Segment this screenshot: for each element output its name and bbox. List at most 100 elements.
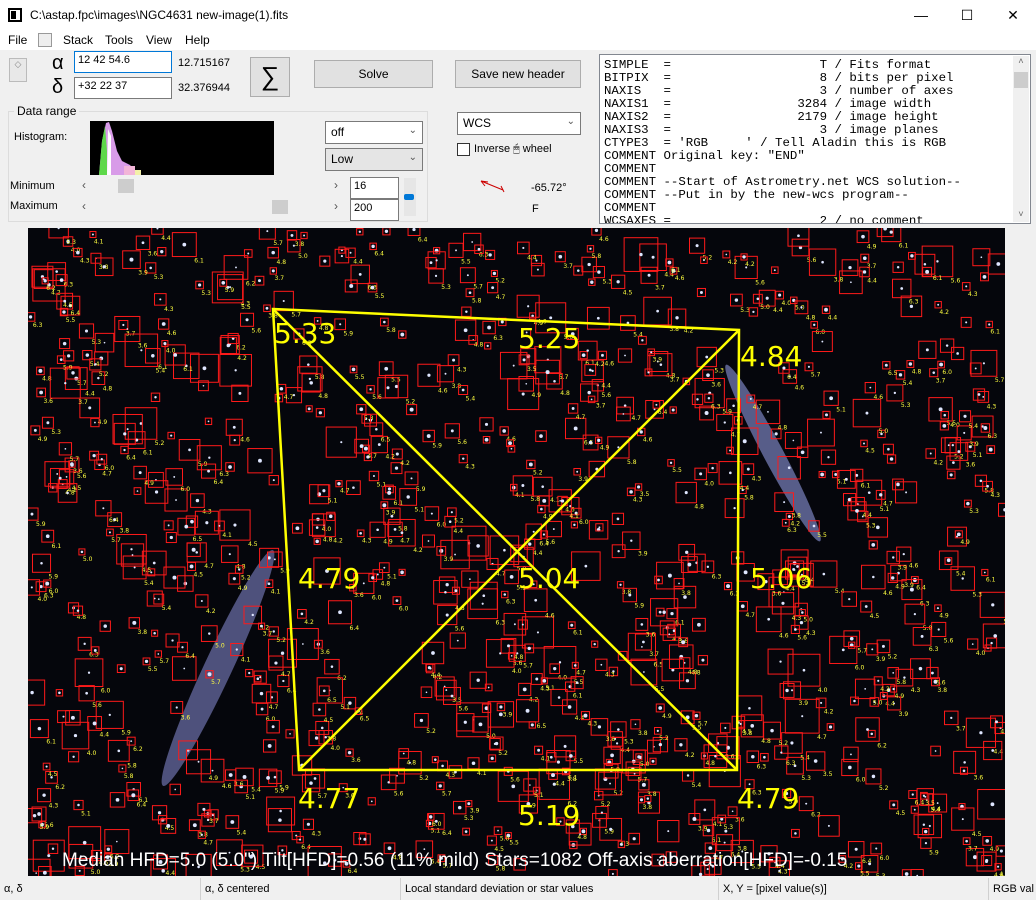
star bbox=[247, 252, 250, 255]
star-hfd-label: 5.3 bbox=[740, 307, 750, 314]
stretch-select[interactable]: off ⌄ bbox=[325, 121, 423, 144]
star bbox=[211, 769, 214, 772]
star bbox=[490, 756, 494, 760]
solve-button[interactable]: Solve bbox=[314, 60, 433, 88]
maximum-label: Maximum bbox=[10, 200, 58, 212]
star bbox=[218, 525, 221, 527]
star bbox=[790, 741, 794, 745]
star bbox=[922, 823, 926, 826]
star bbox=[864, 605, 868, 608]
star bbox=[138, 471, 142, 475]
star bbox=[30, 690, 34, 695]
star bbox=[102, 507, 105, 510]
star-hfd-label: 6.0 bbox=[49, 588, 59, 595]
star bbox=[271, 269, 275, 273]
star bbox=[315, 526, 319, 529]
star bbox=[549, 316, 553, 320]
star bbox=[893, 391, 897, 395]
header-scrollbar[interactable]: ˄ ˅ bbox=[1013, 56, 1029, 222]
ra-input[interactable]: 12 42 54.6 bbox=[74, 51, 172, 73]
star bbox=[797, 234, 800, 238]
star bbox=[787, 515, 791, 518]
star-hfd-label: 4.4 bbox=[867, 278, 877, 285]
star-hfd-label: 3.6 bbox=[974, 774, 984, 781]
maximum-slider-thumb[interactable] bbox=[271, 200, 288, 214]
star bbox=[583, 713, 588, 718]
star bbox=[390, 514, 394, 518]
star-hfd-label: 5.6 bbox=[602, 392, 612, 399]
menu-view[interactable]: View bbox=[146, 33, 172, 47]
star bbox=[234, 369, 237, 372]
star bbox=[658, 610, 662, 614]
star bbox=[279, 809, 282, 813]
star bbox=[260, 707, 264, 711]
star bbox=[965, 285, 968, 288]
star bbox=[588, 368, 592, 372]
minimum-slider-thumb[interactable] bbox=[117, 179, 134, 193]
star bbox=[132, 620, 137, 625]
star bbox=[76, 250, 80, 255]
maximum-input[interactable]: 200 bbox=[350, 199, 399, 221]
star bbox=[192, 823, 197, 828]
copy-icon[interactable] bbox=[38, 33, 52, 47]
save-header-button[interactable]: Save new header bbox=[455, 60, 581, 88]
star bbox=[245, 318, 249, 322]
star bbox=[924, 842, 928, 845]
image-viewer[interactable]: 5.8 5.9 6.1 5.4 5.6 5.6 5.2 3.7 4.7 4.6 3.6 4.0 4.3 5… bbox=[28, 228, 1005, 876]
maximum-slider[interactable]: ‹ › bbox=[80, 199, 340, 215]
minimum-slider[interactable]: ‹ › bbox=[80, 178, 340, 194]
star bbox=[681, 640, 686, 645]
star bbox=[834, 473, 838, 476]
star bbox=[375, 427, 378, 431]
star bbox=[130, 740, 133, 743]
star bbox=[988, 447, 993, 452]
minimize-button[interactable]: — bbox=[898, 0, 944, 31]
star bbox=[794, 628, 797, 631]
star-hfd-label: 6.3 bbox=[909, 299, 919, 306]
data-range-title: Data range bbox=[14, 104, 80, 118]
menu-file[interactable]: File bbox=[8, 33, 27, 47]
range-trackbar[interactable] bbox=[404, 178, 416, 216]
menu-stack[interactable]: Stack bbox=[63, 33, 93, 47]
sigma-button[interactable]: ∑ bbox=[250, 57, 290, 97]
star bbox=[597, 438, 601, 442]
star bbox=[991, 603, 995, 607]
star bbox=[611, 872, 614, 875]
wcs-select[interactable]: WCS ⌄ bbox=[457, 112, 581, 135]
star-hfd-label: 5.0 bbox=[879, 428, 889, 435]
menu-tools[interactable]: Tools bbox=[105, 33, 133, 47]
star bbox=[658, 706, 663, 710]
star-hfd-label: 3.9 bbox=[698, 825, 708, 832]
star bbox=[609, 782, 611, 785]
level-select[interactable]: Low ⌄ bbox=[325, 148, 423, 171]
dec-input[interactable]: +32 22 37 bbox=[74, 77, 172, 99]
close-button[interactable]: ✕ bbox=[990, 0, 1036, 31]
star-hfd-label: 6.1 bbox=[183, 366, 193, 373]
star bbox=[579, 833, 582, 836]
star-hfd-label: 4.5 bbox=[742, 728, 752, 735]
star bbox=[862, 270, 867, 274]
star-hfd-label: 4.8 bbox=[236, 563, 246, 570]
star-hfd-label: 5.7 bbox=[211, 679, 221, 686]
star-hfd-label: 6.1 bbox=[986, 577, 996, 584]
inverse-wheel-checkbox[interactable] bbox=[457, 143, 470, 156]
star bbox=[977, 393, 981, 396]
star bbox=[685, 679, 690, 683]
maximize-button[interactable]: ☐ bbox=[944, 0, 990, 31]
star bbox=[271, 725, 275, 729]
star bbox=[909, 587, 914, 592]
star bbox=[445, 613, 449, 617]
star bbox=[597, 270, 601, 274]
star-hfd-label: 5.0 bbox=[795, 305, 805, 312]
star bbox=[993, 634, 998, 638]
updown-icon[interactable]: ◇ bbox=[9, 58, 27, 82]
star-hfd-label: 5.3 bbox=[66, 239, 76, 246]
star-hfd-label: 4.6 bbox=[167, 330, 177, 337]
star bbox=[965, 321, 968, 324]
star-hfd-label: 6.4 bbox=[374, 251, 384, 258]
minimum-input[interactable]: 16 bbox=[350, 177, 399, 199]
star bbox=[820, 701, 823, 704]
star-hfd-label: 5.9 bbox=[275, 788, 285, 795]
menu-help[interactable]: Help bbox=[185, 33, 210, 47]
fits-header-memo[interactable]: SIMPLE = T / Fits format BITPIX = 8 / bit… bbox=[599, 54, 1031, 224]
